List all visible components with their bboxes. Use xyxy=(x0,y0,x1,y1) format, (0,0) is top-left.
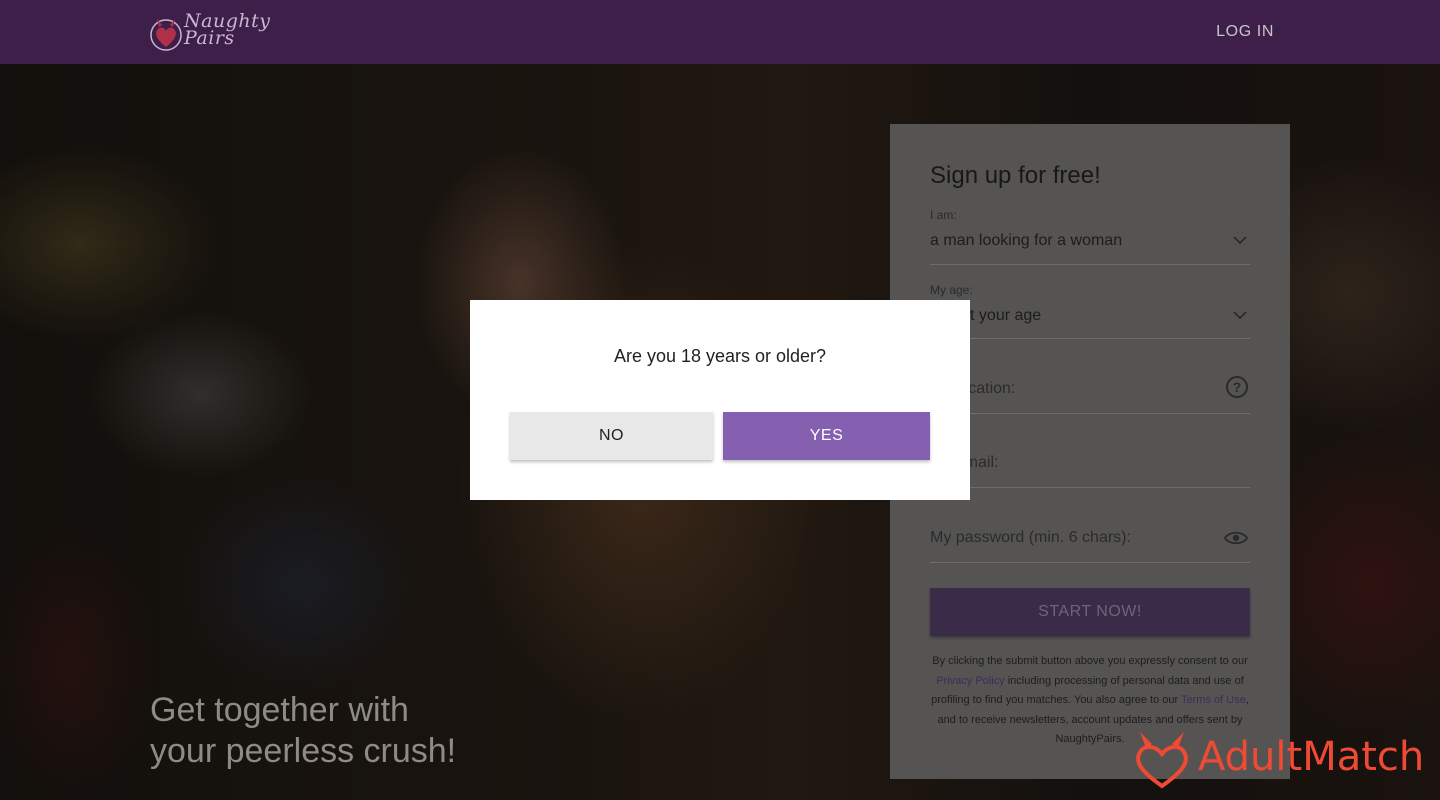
age-select-label: My age: xyxy=(930,283,973,297)
signup-title: Sign up for free! xyxy=(930,162,1101,189)
start-now-button[interactable]: START NOW! xyxy=(930,588,1250,636)
location-input[interactable]: My location: ? xyxy=(930,364,1250,414)
age-question: Are you 18 years or older? xyxy=(613,346,827,366)
watermark: AdultMatch xyxy=(1130,728,1430,790)
password-placeholder: My password (min. 6 chars): xyxy=(930,529,1131,546)
hero-tagline-line1: Get together with xyxy=(150,691,409,729)
top-navbar: Naughty Pairs LOG IN xyxy=(0,0,1440,64)
chevron-down-icon xyxy=(1233,236,1247,245)
hero-tagline-line2: your peerless crush! xyxy=(150,732,457,770)
gender-select-label: I am: xyxy=(930,208,957,222)
login-link[interactable]: LOG IN xyxy=(1216,23,1274,41)
gender-select[interactable]: I am: a man looking for a woman xyxy=(930,206,1250,265)
eye-icon[interactable] xyxy=(1224,530,1248,546)
no-button[interactable]: NO xyxy=(510,412,713,460)
watermark-text: AdultMatch xyxy=(1198,734,1425,780)
devil-heart-icon xyxy=(1136,732,1188,789)
legal-text-part1: By clicking the submit button above you … xyxy=(932,655,1248,667)
logo-text: Naughty Pairs xyxy=(184,10,271,49)
email-field[interactable]: My email: xyxy=(930,438,1250,488)
age-confirmation-dialog: Are you 18 years or older? NO YES xyxy=(470,300,970,500)
hero-tagline: Get together with your peerless crush! xyxy=(150,690,456,772)
devil-heart-icon xyxy=(150,19,182,51)
site-logo[interactable]: Naughty Pairs xyxy=(150,11,270,53)
terms-of-use-link[interactable]: Terms of Use xyxy=(1181,694,1246,706)
gender-select-value: a man looking for a woman xyxy=(930,232,1123,249)
chevron-down-icon xyxy=(1233,311,1247,320)
password-field[interactable]: My password (min. 6 chars): xyxy=(930,513,1250,563)
yes-button[interactable]: YES xyxy=(723,412,930,460)
question-circle-icon[interactable]: ? xyxy=(1226,376,1248,398)
privacy-policy-link[interactable]: Privacy Policy xyxy=(936,675,1004,687)
age-select[interactable]: My age: Select your age xyxy=(930,281,1250,339)
